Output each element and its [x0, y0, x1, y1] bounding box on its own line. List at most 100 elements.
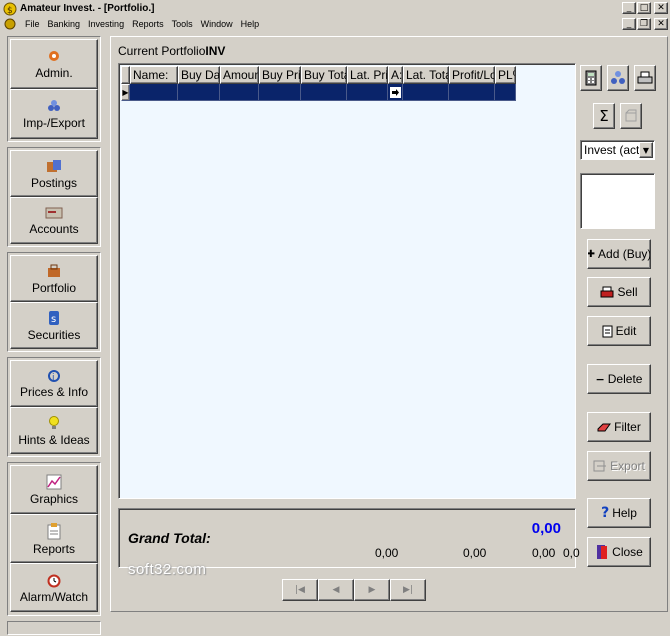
- menu-investing[interactable]: Investing: [84, 19, 128, 29]
- delete-button[interactable]: − Delete: [587, 364, 651, 394]
- calculator-button[interactable]: [580, 65, 602, 91]
- record-navigator: |◀ ◀ ▶ ▶|: [282, 579, 426, 601]
- menu-reports[interactable]: Reports: [128, 19, 168, 29]
- sidebar-item-label: Accounts: [29, 221, 79, 236]
- print-button[interactable]: [634, 65, 656, 91]
- network-button[interactable]: [607, 65, 629, 91]
- table-cell[interactable]: [495, 84, 516, 101]
- subtotal-buy-total: 0,00: [375, 546, 399, 560]
- column-buy-price[interactable]: Buy Price: [259, 66, 301, 84]
- sidebar-item-label: Postings: [30, 175, 78, 190]
- grand-total-value: 0,00: [531, 520, 561, 537]
- sidebar-item-label: Securities: [27, 327, 81, 342]
- sidebar-item-portfolio[interactable]: Portfolio: [10, 255, 98, 302]
- export-label: Export: [610, 459, 645, 473]
- next-record-button[interactable]: ▶: [354, 579, 390, 601]
- cash-register-icon: [600, 286, 614, 298]
- edit-button[interactable]: Edit: [587, 316, 651, 346]
- column-profit-loss[interactable]: Profit/Loss: [449, 66, 495, 84]
- import-export-icon: [48, 100, 60, 111]
- table-cell[interactable]: [301, 84, 347, 101]
- package-button[interactable]: [620, 103, 642, 129]
- maximize-button[interactable]: □: [637, 2, 651, 14]
- column-buy-total[interactable]: Buy Total: [301, 66, 347, 84]
- sidebar-item-accounts[interactable]: Accounts: [10, 197, 98, 244]
- sidebar-item-admin[interactable]: Admin.: [10, 39, 98, 89]
- sell-button[interactable]: Sell: [587, 277, 651, 307]
- column-pl-percent[interactable]: PL%: [495, 66, 516, 84]
- sidebar-item-reports[interactable]: Reports: [10, 514, 98, 563]
- window-title: Amateur Invest. - [Portfolio.]: [20, 3, 155, 14]
- sidebar-item-prices-info[interactable]: i Prices & Info: [10, 360, 98, 407]
- table-cell[interactable]: [403, 84, 449, 101]
- table-cell[interactable]: [259, 84, 301, 101]
- menu-window[interactable]: Window: [197, 19, 237, 29]
- sidebar-item-label: Portfolio: [31, 280, 77, 295]
- menu-help[interactable]: Help: [237, 19, 264, 29]
- sidebar-group-more: [7, 621, 101, 635]
- sigma-icon: Σ: [599, 107, 609, 125]
- table-cell[interactable]: [449, 84, 495, 101]
- table-cell[interactable]: [347, 84, 388, 101]
- sidebar-group-postings: Postings Accounts: [7, 147, 101, 247]
- column-amount[interactable]: Amount: [220, 66, 259, 84]
- table-row[interactable]: ▶: [121, 84, 516, 101]
- sum-button[interactable]: Σ: [593, 103, 615, 129]
- table-cell[interactable]: [220, 84, 259, 101]
- sidebar-item-imp-export[interactable]: Imp-/Export: [10, 89, 98, 139]
- mdi-close-button[interactable]: ✕: [654, 18, 668, 30]
- sidebar-item-securities[interactable]: s Securities: [10, 302, 98, 349]
- sidebar-item-label: Imp-/Export: [22, 116, 85, 130]
- svg-text:i: i: [52, 373, 55, 383]
- table-cell[interactable]: [178, 84, 220, 101]
- question-icon: ?: [601, 505, 610, 521]
- sidebar-item-label: Prices & Info: [19, 384, 89, 399]
- table-cell[interactable]: [388, 84, 403, 101]
- minimize-button[interactable]: _: [622, 2, 636, 14]
- prices-info-icon: i: [48, 369, 60, 383]
- svg-text:$: $: [7, 6, 13, 16]
- column-name[interactable]: Name:: [130, 66, 178, 84]
- chevron-down-icon[interactable]: ▼: [639, 142, 653, 158]
- help-label: Help: [612, 506, 637, 520]
- graphics-icon: [46, 474, 62, 489]
- sidebar-item-postings[interactable]: Postings: [10, 150, 98, 197]
- sidebar-item-hints-ideas[interactable]: Hints & Ideas: [10, 407, 98, 454]
- column-lat-total[interactable]: Lat. Total: [403, 66, 449, 84]
- sidebar-item-label: Graphics: [29, 491, 79, 506]
- column-a[interactable]: A:: [388, 66, 403, 84]
- network-icon: [611, 71, 625, 84]
- postings-icon: [47, 159, 61, 172]
- sidebar-item-label: Alarm/Watch: [19, 589, 89, 604]
- export-button[interactable]: Export: [587, 451, 651, 481]
- mdi-restore-button[interactable]: ❐: [637, 18, 651, 30]
- sidebar-group-admin: Admin. Imp-/Export: [7, 36, 101, 142]
- menu-tools[interactable]: Tools: [168, 19, 197, 29]
- mdi-minimize-button[interactable]: _: [622, 18, 636, 30]
- close-window-button[interactable]: Close: [587, 537, 651, 567]
- menu-banking[interactable]: Banking: [44, 19, 85, 29]
- sidebar-item-graphics[interactable]: Graphics: [10, 465, 98, 514]
- sidebar-item-alarm-watch[interactable]: Alarm/Watch: [10, 563, 98, 612]
- help-button[interactable]: ? Help: [587, 498, 651, 528]
- last-record-button[interactable]: ▶|: [390, 579, 426, 601]
- add-buy-button[interactable]: ✚ Add (Buy): [587, 239, 651, 269]
- subtotal-pl-percent: 0,0: [563, 546, 580, 560]
- portfolio-select[interactable]: Invest (active) ▼: [580, 140, 655, 160]
- sidebar-group-prices: i Prices & Info Hints & Ideas: [7, 357, 101, 457]
- menu-file[interactable]: File: [21, 19, 44, 29]
- portfolio-grid[interactable]: Name: Buy Date Amount Buy Price Buy Tota…: [118, 63, 576, 499]
- add-buy-label: Add (Buy): [598, 247, 651, 261]
- prev-record-button[interactable]: ◀: [318, 579, 354, 601]
- info-box: [580, 173, 655, 229]
- column-lat-price[interactable]: Lat. Price: [347, 66, 388, 84]
- first-record-button[interactable]: |◀: [282, 579, 318, 601]
- close-button[interactable]: ✕: [654, 2, 668, 14]
- portfolio-name: INV: [205, 44, 226, 58]
- row-indicator[interactable]: ▶: [121, 84, 130, 101]
- column-buy-date[interactable]: Buy Date: [178, 66, 220, 84]
- filter-button[interactable]: Filter: [587, 412, 651, 442]
- table-cell[interactable]: [130, 84, 178, 101]
- export-icon: [593, 460, 607, 472]
- grand-total-panel: Grand Total: 0,00 0,00 0,00 0,00 0,0: [118, 508, 580, 568]
